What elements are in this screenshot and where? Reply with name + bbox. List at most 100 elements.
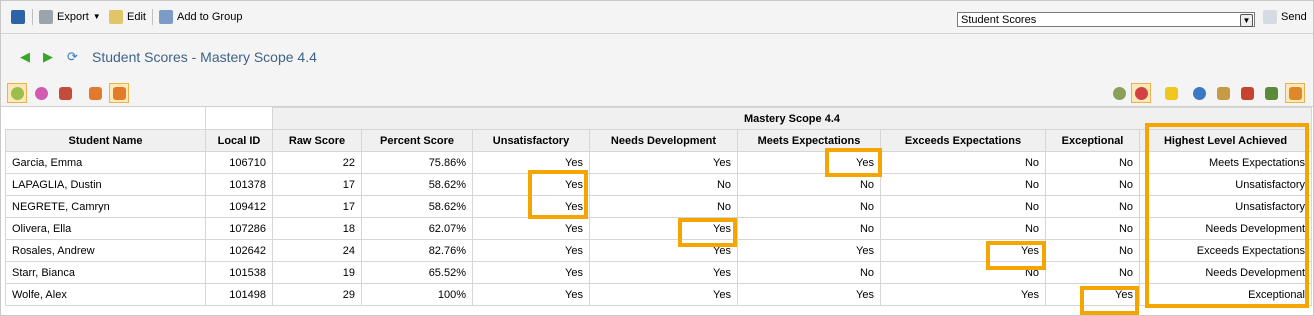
clock-button[interactable]: [1109, 83, 1129, 103]
table-cell: 58.62%: [361, 195, 473, 218]
save-button[interactable]: [11, 8, 25, 26]
table-cell: Yes: [1045, 283, 1140, 306]
table-cell: Yes: [589, 217, 738, 240]
column-header[interactable]: Unsatisfactory: [472, 129, 590, 152]
table-row[interactable]: LAPAGLIA, Dustin 101378 17 58.62% Yes No No No N…: [5, 173, 1312, 196]
table-cell: 17: [272, 195, 362, 218]
column-header[interactable]: Raw Score: [272, 129, 362, 152]
table-cell: Yes: [589, 151, 738, 174]
export-chart-button[interactable]: [55, 83, 75, 103]
grid-alt-view-button[interactable]: [109, 83, 129, 103]
view-select[interactable]: Student Scores ▼: [957, 12, 1255, 27]
toolbar-divider: [152, 9, 153, 25]
table-cell: Yes: [737, 151, 881, 174]
printer-icon: [39, 10, 53, 24]
table-cell: No: [880, 151, 1046, 174]
column-header[interactable]: Needs Development: [589, 129, 738, 152]
user-button[interactable]: [1237, 83, 1257, 103]
table-cell: 102642: [205, 239, 273, 262]
page-title: Student Scores - Mastery Scope 4.4: [92, 49, 317, 65]
table-cell: 19: [272, 261, 362, 284]
column-header[interactable]: Percent Score: [361, 129, 473, 152]
table-cell: Yes: [472, 195, 590, 218]
table-cell: Rosales, Andrew: [5, 239, 206, 262]
table-cell: 82.76%: [361, 239, 473, 262]
table-row[interactable]: Starr, Bianca 101538 19 65.52% Yes Yes No No No N…: [5, 261, 1312, 284]
table-row[interactable]: NEGRETE, Camryn 109412 17 58.62% Yes No No No No…: [5, 195, 1312, 218]
toolbar-divider: [32, 9, 33, 25]
no-filter-button[interactable]: [1131, 83, 1151, 103]
table-cell: 18: [272, 217, 362, 240]
student-button[interactable]: [1285, 83, 1305, 103]
table-cell: 58.62%: [361, 173, 473, 196]
grid-icon: [88, 86, 102, 100]
books-button[interactable]: [1261, 83, 1281, 103]
table-cell: 101378: [205, 173, 273, 196]
table-cell: No: [589, 195, 738, 218]
add-to-group-button[interactable]: Add to Group: [159, 8, 242, 26]
back-arrow-icon[interactable]: ◀: [20, 50, 30, 64]
columns-icon: [1216, 86, 1230, 100]
table-row[interactable]: Rosales, Andrew 102642 24 82.76% Yes Yes Yes Ye…: [5, 239, 1312, 262]
export-button[interactable]: Export ▼: [39, 8, 101, 26]
favorite-button[interactable]: [1161, 83, 1181, 103]
edit-button[interactable]: Edit: [109, 8, 146, 26]
table-cell: Starr, Bianca: [5, 261, 206, 284]
column-header[interactable]: Local ID: [205, 129, 273, 152]
table-cell: Unsatisfactory: [1139, 195, 1312, 218]
send-button[interactable]: Send: [1263, 8, 1307, 26]
table-cell: No: [1045, 151, 1140, 174]
column-header[interactable]: Meets Expectations: [737, 129, 881, 152]
chart-toggle-button[interactable]: [31, 83, 51, 103]
chevron-down-icon: ▼: [1240, 14, 1253, 27]
table-row[interactable]: Garcia, Emma 106710 22 75.86% Yes Yes Yes No No M…: [5, 151, 1312, 174]
table-row[interactable]: Wolfe, Alex 101498 29 100% Yes Yes Yes Yes Yes Ex…: [5, 283, 1312, 306]
edit-label: Edit: [127, 11, 146, 23]
table-cell: Yes: [472, 151, 590, 174]
table-cell: LAPAGLIA, Dustin: [5, 173, 206, 196]
table-cell: Yes: [737, 283, 881, 306]
column-header[interactable]: Highest Level Achieved: [1139, 129, 1312, 152]
table-cell: No: [737, 173, 881, 196]
table-cell: Meets Expectations: [1139, 151, 1312, 174]
table-cell: 65.52%: [361, 261, 473, 284]
table-cell: Yes: [472, 217, 590, 240]
chart-view-button[interactable]: [7, 83, 27, 103]
table-cell: 29: [272, 283, 362, 306]
table-cell: No: [737, 195, 881, 218]
forward-arrow-icon[interactable]: ▶: [43, 50, 53, 64]
table-cell: 101498: [205, 283, 273, 306]
table-cell: Yes: [472, 283, 590, 306]
table-cell: Yes: [589, 283, 738, 306]
title-bar: ◀ ▶ ⟳ Student Scores - Mastery Scope 4.4: [1, 34, 1313, 80]
table-cell: 24: [272, 239, 362, 262]
envelope-icon: [1263, 10, 1277, 24]
table-cell: Yes: [472, 173, 590, 196]
refresh-icon[interactable]: ⟳: [67, 50, 78, 64]
grid-view-button[interactable]: [85, 83, 105, 103]
circles-icon: [10, 86, 24, 100]
column-header[interactable]: Exceeds Expectations: [880, 129, 1046, 152]
column-header[interactable]: Student Name: [5, 129, 206, 152]
star-icon: [1164, 86, 1178, 100]
columns-button[interactable]: [1213, 83, 1233, 103]
table-cell: No: [1045, 261, 1140, 284]
table-cell: Yes: [472, 261, 590, 284]
column-header-row: Student Name Local ID Raw Score Percent Sco…: [5, 129, 1312, 152]
table-cell: No: [880, 261, 1046, 284]
globe-button[interactable]: [1189, 83, 1209, 103]
globe-icon: [1192, 86, 1206, 100]
table-cell: No: [737, 217, 881, 240]
send-label: Send: [1281, 11, 1307, 23]
books-icon: [1264, 86, 1278, 100]
table-cell: 75.86%: [361, 151, 473, 174]
column-header[interactable]: Exceptional: [1045, 129, 1140, 152]
export-label: Export: [57, 11, 89, 23]
group-icon: [159, 10, 173, 24]
clock-icon: [1112, 86, 1126, 100]
header-spacer: [205, 107, 273, 130]
table-row[interactable]: Olivera, Ella 107286 18 62.07% Yes Yes No No No N…: [5, 217, 1312, 240]
pencil-icon: [109, 10, 123, 24]
table-body: Garcia, Emma 106710 22 75.86% Yes Yes Yes No No M…: [5, 151, 1312, 306]
table-cell: 107286: [205, 217, 273, 240]
